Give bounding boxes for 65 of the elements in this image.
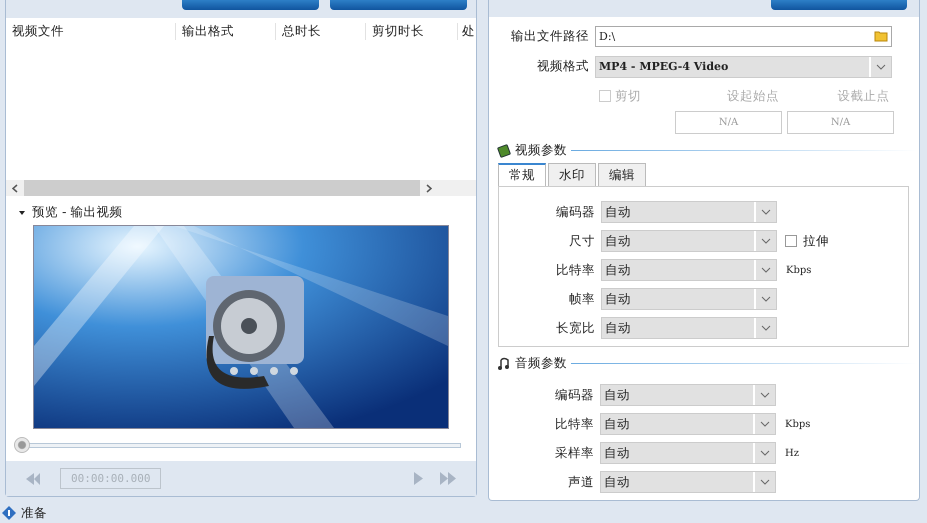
field-label: 编码器	[554, 386, 594, 404]
status-text: 准备	[21, 504, 47, 522]
header-button[interactable]	[771, 0, 907, 10]
section-title: 音频参数	[515, 355, 567, 372]
music-note-icon	[497, 356, 511, 370]
caret-icon	[760, 450, 770, 456]
field-label: 输出文件路径	[510, 28, 589, 45]
field-label: 尺寸	[568, 232, 595, 250]
caret-icon	[760, 421, 770, 427]
unit-label: Hz	[785, 448, 799, 458]
caret-icon	[761, 296, 771, 302]
tab[interactable]: 常规	[498, 163, 546, 186]
field-label: 帧率	[568, 290, 595, 308]
caret-icon	[761, 325, 771, 331]
section-title: 视频参数	[515, 142, 567, 159]
header-button[interactable]	[330, 0, 467, 10]
unit-label: Kbps	[785, 418, 810, 430]
caret-icon	[760, 392, 770, 398]
caret-icon	[876, 64, 886, 70]
field-label: 编码器	[555, 204, 595, 220]
format-dropdown[interactable]: MP4 - MPEG-4 Video	[595, 56, 892, 78]
play-icon[interactable]	[414, 472, 423, 485]
end-point-label: 设截止点	[836, 88, 891, 105]
caret-icon	[761, 267, 771, 273]
dropdown[interactable]: 自动	[601, 288, 777, 310]
field-label: 比特率	[554, 416, 594, 432]
start-point-label: 设起始点	[726, 88, 780, 105]
dropdown[interactable]: 自动	[601, 201, 777, 223]
caret-icon	[760, 479, 770, 485]
tab[interactable]: 水印	[548, 163, 596, 186]
fast-forward-icon[interactable]	[440, 472, 456, 485]
rewind-icon[interactable]	[26, 472, 42, 484]
unit-label: Kbps	[786, 264, 812, 276]
column-header[interactable]: 输出格式	[176, 22, 276, 40]
field-label: 采样率	[554, 444, 594, 462]
expand-triangle-icon[interactable]	[18, 208, 26, 216]
caret-icon	[761, 238, 771, 244]
field-label: 声道	[567, 474, 594, 490]
field-label: 比特率	[555, 262, 595, 278]
scroll-left-icon[interactable]	[12, 184, 18, 192]
column-header[interactable]: 总时长	[276, 22, 366, 40]
header-button[interactable]	[182, 0, 319, 10]
path-field[interactable]: D:\	[595, 26, 892, 47]
scroll-right-icon[interactable]	[426, 184, 432, 192]
dropdown[interactable]: 自动	[601, 230, 777, 252]
column-header[interactable]: 处	[458, 22, 476, 40]
dropdown[interactable]: 自动	[600, 471, 776, 493]
dropdown[interactable]: 自动	[601, 259, 777, 281]
tab[interactable]: 编辑	[598, 163, 646, 186]
seek-slider[interactable]	[14, 437, 461, 453]
dropdown[interactable]: 自动	[600, 442, 776, 464]
field-label: 长宽比	[555, 320, 595, 336]
dropdown[interactable]: 自动	[600, 384, 776, 406]
preview-title: 预览 - 输出视频	[32, 204, 122, 221]
dropdown[interactable]: 自动	[600, 413, 776, 435]
folder-icon[interactable]	[874, 30, 888, 42]
column-header[interactable]: 剪切时长	[366, 22, 458, 40]
film-icon	[497, 144, 511, 158]
dropdown[interactable]: 自动	[601, 317, 777, 339]
column-header[interactable]: 视频文件	[6, 22, 176, 40]
stretch-checkbox[interactable]: 拉伸	[785, 232, 829, 250]
horizontal-scrollbar[interactable]	[6, 180, 476, 196]
caret-icon	[761, 209, 771, 215]
field-label: 视频格式	[536, 58, 589, 76]
info-icon	[2, 506, 16, 520]
